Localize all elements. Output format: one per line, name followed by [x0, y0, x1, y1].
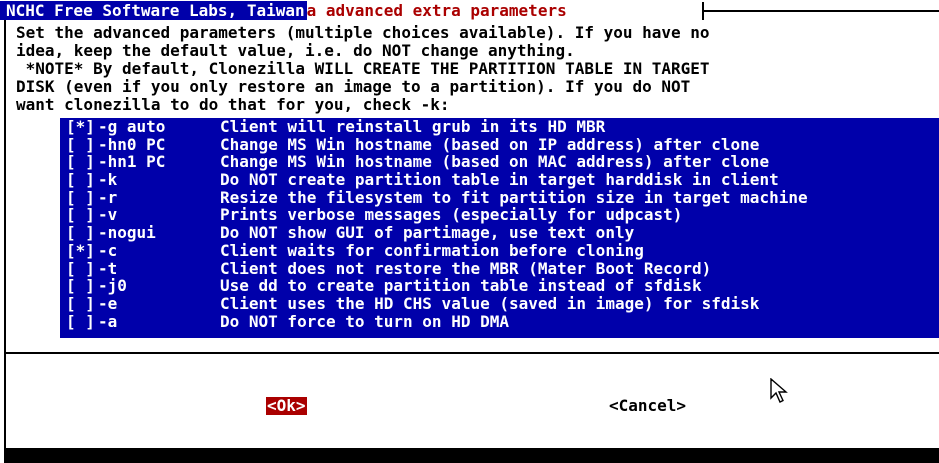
screen: NCHC Free Software Labs, Taiwan a advance…: [0, 0, 939, 463]
checkbox[interactable]: [ ]: [66, 295, 95, 313]
checkbox[interactable]: [ ]: [66, 135, 95, 154]
description-line: idea, keep the default value, i.e. do NO…: [16, 41, 575, 60]
option-flag: -hn0 PC: [98, 134, 166, 154]
option-flag: -r: [98, 187, 118, 207]
option-flag: -e: [98, 293, 118, 313]
option-flag: -j0: [98, 276, 127, 296]
background-label: NCHC Free Software Labs, Taiwan: [0, 1, 307, 20]
option-description: Resize the filesystem to fit partition s…: [220, 187, 808, 207]
mouse-pointer-icon: [770, 377, 790, 408]
option-flag: -v: [98, 205, 118, 225]
option-description: Client does not restore the MBR (Mater B…: [220, 258, 712, 278]
option-j0[interactable]: [ ] -j0 Use dd to create partition table…: [60, 277, 939, 295]
option-r[interactable]: [ ] -r Resize the filesystem to fit part…: [60, 189, 939, 207]
option-description: Change MS Win hostname (based on IP addr…: [220, 134, 760, 154]
option-t[interactable]: [ ] -t Client does not restore the MBR (…: [60, 258, 939, 278]
option-nogui[interactable]: [ ] -nogui Do NOT show GUI of partimage,…: [60, 224, 939, 242]
checkbox[interactable]: [ ]: [66, 171, 95, 189]
option-k[interactable]: [ ] -k Do NOT create partition table in …: [60, 171, 939, 189]
checkbox[interactable]: [ ]: [66, 224, 95, 242]
option-description: Do NOT force to turn on HD DMA: [220, 311, 509, 331]
options-checklist: [*] -g auto Client will reinstall grub i…: [60, 118, 939, 338]
description-line: DISK (even if you only restore an image …: [16, 77, 691, 96]
option-description: Use dd to create partition table instead…: [220, 276, 702, 296]
option-description: Change MS Win hostname (based on MAC add…: [220, 152, 770, 172]
option-description: Prints verbose messages (especially for …: [220, 205, 683, 225]
checkbox[interactable]: [ ]: [66, 189, 95, 207]
description-line: *NOTE* By default, Clonezilla WILL CREAT…: [16, 59, 710, 78]
option-description: Do NOT show GUI of partimage, use text o…: [220, 223, 635, 243]
dialog-title: a advanced extra parameters: [306, 1, 567, 20]
title-divider-line: [702, 10, 939, 12]
cancel-button[interactable]: <Cancel>: [609, 397, 686, 415]
option-c[interactable]: [*] -c Client waits for confirmation bef…: [60, 242, 939, 260]
checkbox[interactable]: [ ]: [66, 259, 95, 278]
description-line: Set the advanced parameters (multiple ch…: [16, 23, 710, 42]
checkbox[interactable]: [ ]: [66, 277, 95, 295]
option-v[interactable]: [ ] -v Prints verbose messages (especial…: [60, 206, 939, 224]
dialog-description: Set the advanced parameters (multiple ch…: [16, 24, 710, 114]
button-separator: [4, 352, 939, 354]
option-a[interactable]: [ ] -a Do NOT force to turn on HD DMA: [60, 311, 939, 331]
checkbox[interactable]: [ ]: [66, 206, 95, 224]
option-description: Client uses the HD CHS value (saved in i…: [220, 293, 760, 313]
option-flag: -a: [98, 311, 118, 331]
checkbox[interactable]: [*]: [66, 118, 95, 136]
option-g-auto[interactable]: [*] -g auto Client will reinstall grub i…: [60, 118, 939, 136]
checkbox[interactable]: [ ]: [66, 153, 95, 171]
option-hn0[interactable]: [ ] -hn0 PC Change MS Win hostname (base…: [60, 134, 939, 154]
option-flag: -t: [98, 258, 118, 278]
checkbox[interactable]: [ ]: [66, 312, 95, 331]
bottom-shadow-bar: [4, 448, 939, 463]
option-description: Client waits for confirmation before clo…: [220, 240, 644, 260]
option-flag: -k: [98, 170, 118, 190]
option-description: Do NOT create partition table in target …: [220, 170, 779, 190]
option-hn1[interactable]: [ ] -hn1 PC Change MS Win hostname (base…: [60, 153, 939, 171]
option-flag: -c: [98, 240, 118, 260]
description-line: want clonezilla to do that for you, chec…: [16, 95, 450, 114]
option-flag: -g auto: [98, 117, 166, 136]
option-e[interactable]: [ ] -e Client uses the HD CHS value (sav…: [60, 295, 939, 313]
checkbox[interactable]: [*]: [66, 242, 95, 260]
option-description: Client will reinstall grub in its HD MBR: [220, 117, 606, 136]
option-flag: -hn1 PC: [98, 152, 166, 172]
mouse-pointer-icon-shape: [770, 377, 788, 403]
option-flag: -nogui: [98, 223, 156, 243]
ok-button[interactable]: <Ok>: [266, 397, 307, 415]
